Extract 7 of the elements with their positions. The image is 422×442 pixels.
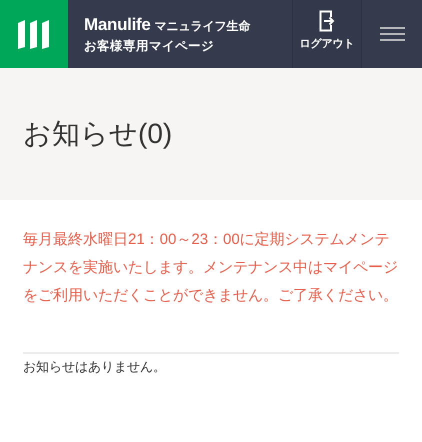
maintenance-notice: 毎月最終水曜日21：00～23：00に定期システムメンテナンスを実施いたします。メンテナンス中はマイページをご利用いただくことができません。ご了承ください。 bbox=[23, 230, 399, 306]
logout-button[interactable]: ログアウト bbox=[292, 0, 362, 68]
page-title: お知らせ(0) bbox=[23, 117, 172, 151]
site-subtitle: お客様専用マイページ bbox=[84, 38, 215, 56]
empty-message: お知らせはありません。 bbox=[23, 358, 167, 376]
company-name: マニュライフ生命 bbox=[154, 18, 251, 35]
brand-name: Manulife bbox=[84, 14, 151, 36]
